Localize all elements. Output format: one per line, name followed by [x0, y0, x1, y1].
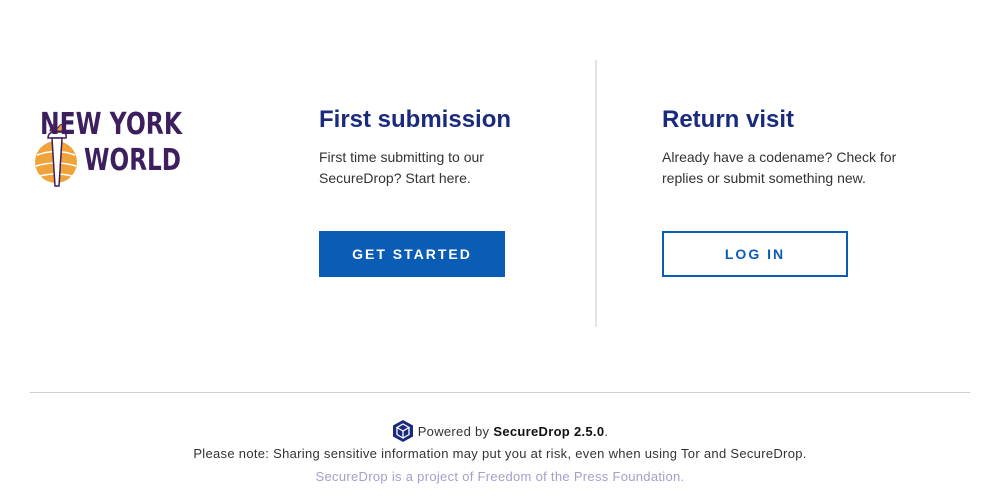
first-submission-heading: First submission: [319, 106, 512, 133]
return-visit-section: Return visit Already have a codename? Ch…: [662, 106, 902, 189]
logo-line1: NEW YORK: [40, 107, 183, 142]
page: NEW YORK WORLD First submission First ti…: [0, 0, 1000, 496]
fpf-credit: SecureDrop is a project of Freedom of th…: [315, 469, 685, 484]
log-in-button[interactable]: LOG IN: [662, 231, 848, 277]
first-submission-description: First time submitting to our SecureDrop?…: [319, 149, 484, 186]
powered-by-prefix: Powered by: [417, 423, 490, 439]
powered-by-line: Powered by SecureDrop 2.5.0 .: [0, 419, 1000, 443]
get-started-button[interactable]: GET STARTED: [319, 231, 505, 277]
return-visit-heading: Return visit: [662, 106, 795, 133]
footer-divider: [30, 392, 970, 393]
column-divider: [595, 60, 597, 327]
powered-by-suffix: .: [604, 423, 609, 439]
security-note: Please note: Sharing sensitive informati…: [193, 446, 807, 461]
securedrop-version: SecureDrop 2.5.0: [493, 423, 605, 439]
first-submission-section: First submission First time submitting t…: [319, 106, 549, 189]
logo-icon: NEW YORK WORLD: [35, 107, 183, 187]
logo-line2: WORLD: [84, 143, 181, 178]
new-york-world-logo: NEW YORK WORLD: [34, 100, 184, 200]
return-visit-description: Already have a codename? Check for repli…: [662, 149, 897, 186]
securedrop-cube-icon: [392, 420, 413, 442]
